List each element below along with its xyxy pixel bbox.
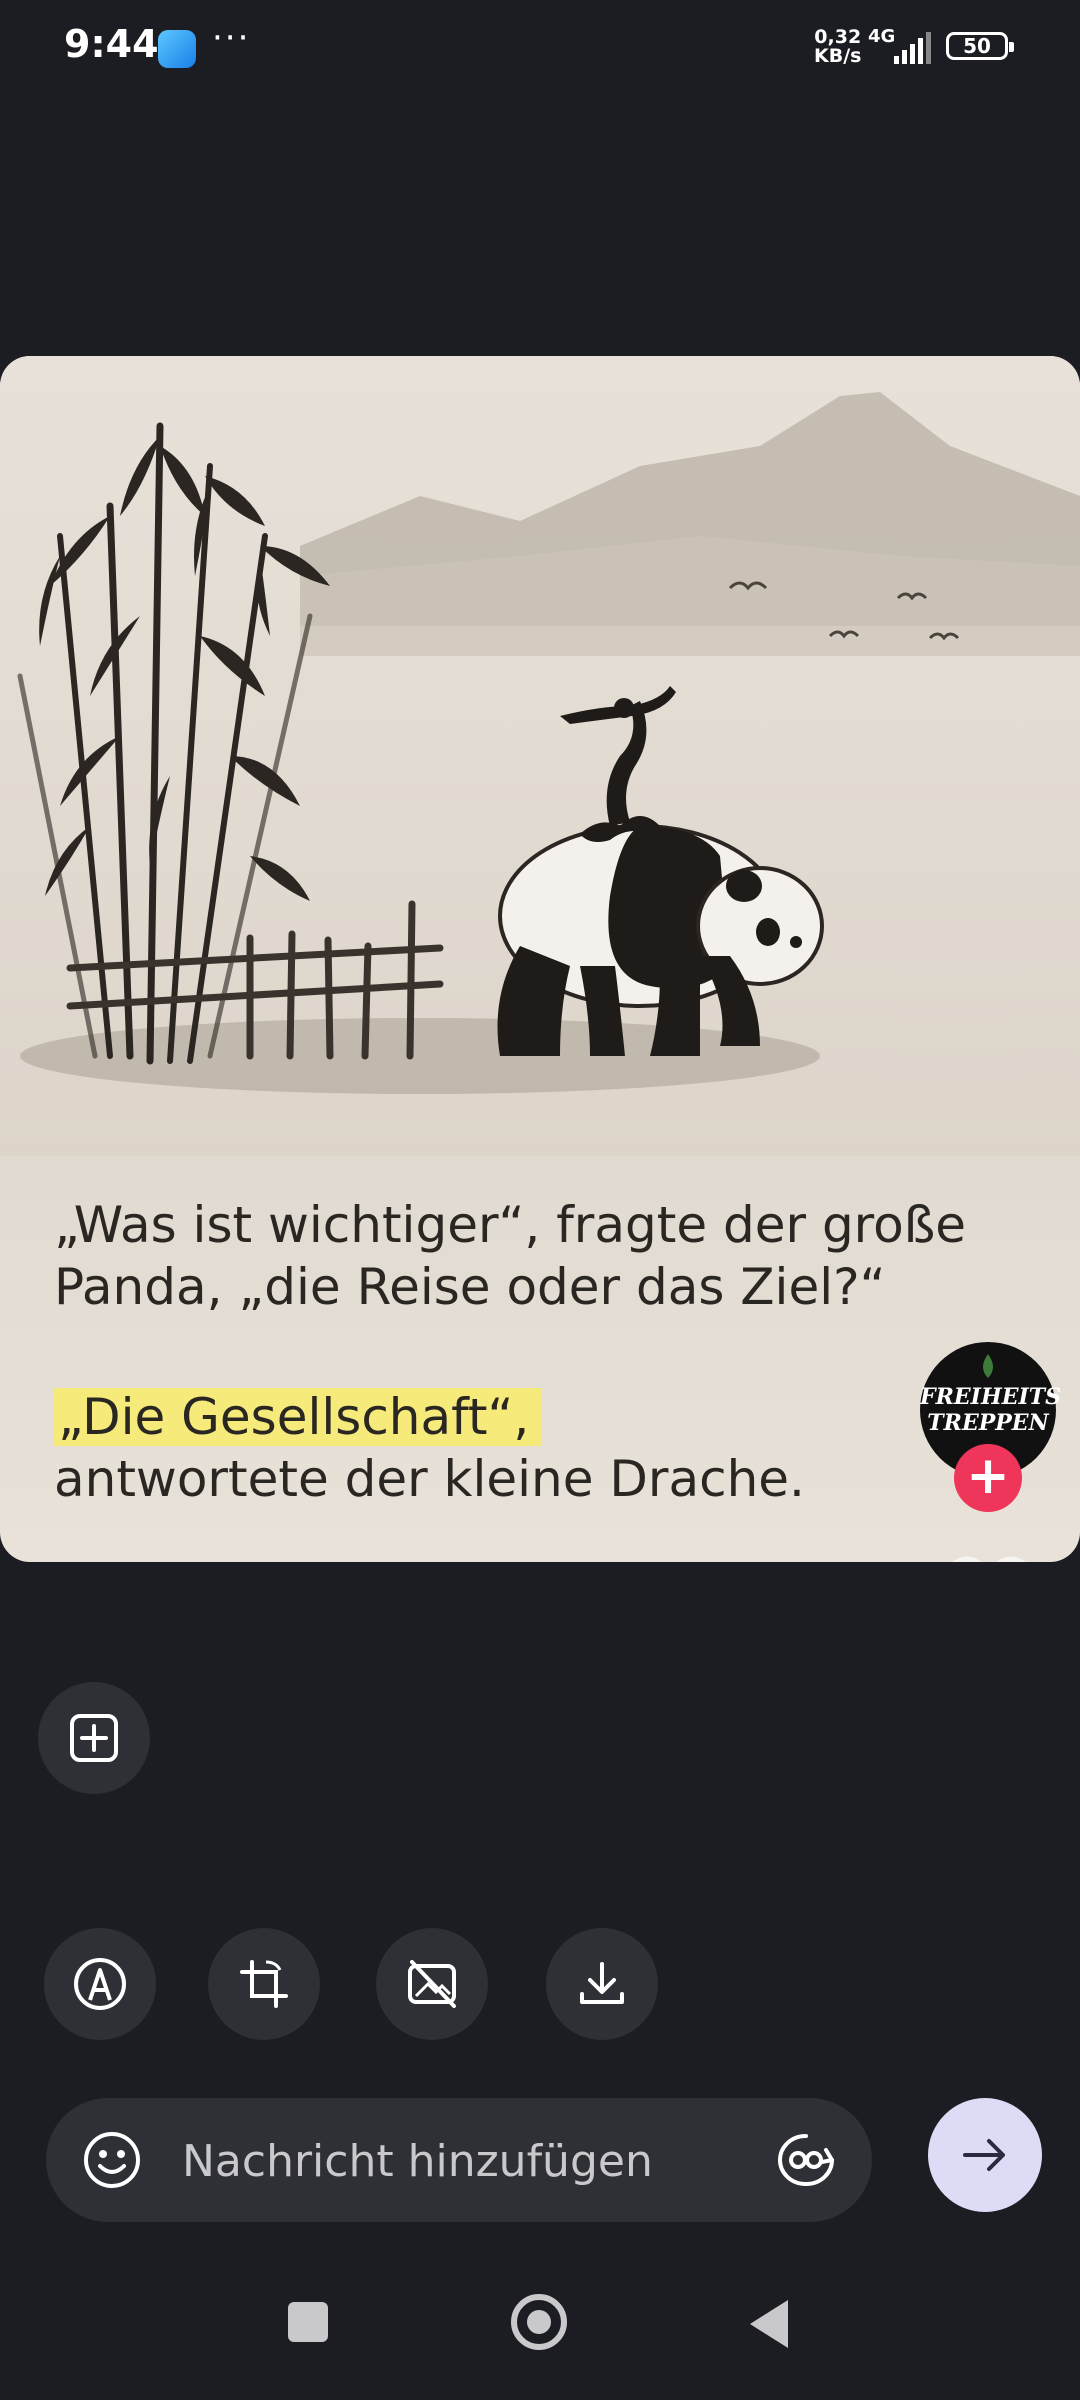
- recents-button[interactable]: [288, 2302, 328, 2342]
- creator-logo-line2: TREPPEN: [927, 1410, 1049, 1436]
- network-speed: 0,32 KB/s: [814, 28, 861, 66]
- caption-question: „Was ist wichtiger“, fragte der große Pa…: [54, 1196, 966, 1316]
- blue-app-icon: [158, 30, 196, 68]
- caption-answer: „Die Gesellschaft“, antwortete der klein…: [54, 1386, 1054, 1510]
- download-button[interactable]: [546, 1928, 658, 2040]
- send-button[interactable]: [928, 2098, 1042, 2212]
- heart-icon[interactable]: [940, 1552, 1038, 1562]
- signal-icon: [894, 32, 931, 64]
- add-button[interactable]: [38, 1682, 150, 1794]
- back-button[interactable]: [750, 2300, 788, 2348]
- caption-answer-rest: antwortete der kleine Drache.: [54, 1450, 805, 1508]
- crop-rotate-button[interactable]: [208, 1928, 320, 2040]
- download-icon: [580, 1962, 624, 2004]
- message-bar: [46, 2098, 872, 2222]
- crop-rotate-icon: [240, 1960, 288, 2008]
- navigation-bar: [0, 2280, 1080, 2400]
- home-button[interactable]: [511, 2294, 567, 2350]
- network-speed-unit: KB/s: [814, 45, 862, 67]
- creator-logo-line1: FREIHEITS: [920, 1384, 1062, 1410]
- more-notifications-icon: ···: [212, 18, 251, 58]
- follow-button[interactable]: +: [954, 1444, 1022, 1512]
- image-off-icon: [408, 1960, 456, 2008]
- emoji-icon[interactable]: [82, 2130, 142, 2190]
- draw-button[interactable]: [44, 1928, 156, 2040]
- post-image[interactable]: „Was ist wichtiger“, fragte der große Pa…: [0, 356, 1080, 1562]
- ai-sticker-icon[interactable]: [776, 2132, 836, 2188]
- arrow-right-icon: [963, 2139, 1005, 2171]
- status-bar: 9:44 ··· 0,32 KB/s 4G 50: [0, 0, 1080, 100]
- draw-icon: [74, 1958, 126, 2010]
- leaf-icon: [983, 1354, 993, 1378]
- caption-answer-highlight: „Die Gesellschaft“,: [54, 1388, 542, 1446]
- message-input[interactable]: [180, 2126, 744, 2196]
- add-square-icon: [70, 1714, 118, 1762]
- battery-level: 50: [963, 34, 991, 58]
- hide-image-button[interactable]: [376, 1928, 488, 2040]
- status-time: 9:44: [64, 22, 159, 66]
- battery-icon: 50: [946, 32, 1014, 60]
- panda-dragon-illustration: [0, 356, 1080, 1156]
